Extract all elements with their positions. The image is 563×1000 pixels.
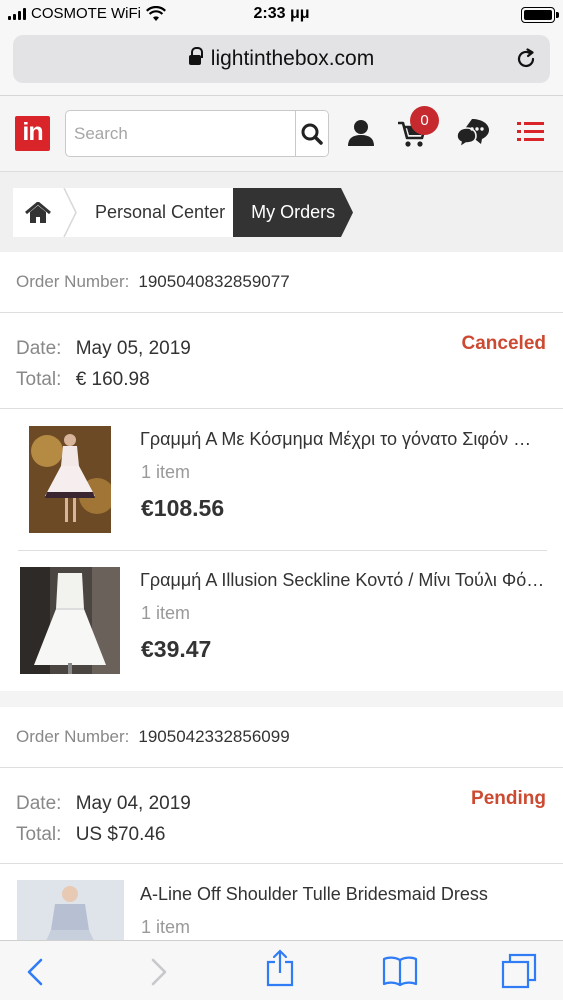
order-number-row[interactable]: Order Number: 1905042332856099 <box>0 707 563 768</box>
bookmarks-icon[interactable] <box>382 955 418 987</box>
order-total-line: Total: US $70.46 <box>16 824 166 846</box>
product-price: €108.56 <box>141 495 225 521</box>
url-text: lightinthebox.com <box>210 47 375 70</box>
tabs-icon[interactable] <box>501 953 537 989</box>
product-image <box>20 567 120 674</box>
site-header: in <box>0 96 563 172</box>
reload-icon[interactable] <box>514 47 538 71</box>
order-summary: Date: May 04, 2019 Total: US $70.46 Pend… <box>0 768 563 864</box>
browser-address-area: lightinthebox.com <box>0 30 563 96</box>
order-card: Order Number: 1905040832859077 Date: May… <box>0 252 563 691</box>
search-box <box>65 110 329 157</box>
order-date: May 05, 2019 <box>75 338 191 359</box>
order-item[interactable]: Γραμμή Α Illusion Seckline Κοντό / Μίνι … <box>0 550 563 691</box>
order-date-line: Date: May 05, 2019 <box>16 338 191 360</box>
menu-icon[interactable] <box>517 121 544 143</box>
order-total-label: Total: <box>16 369 62 390</box>
chat-icon[interactable] <box>456 116 492 148</box>
breadcrumb-home[interactable] <box>13 188 63 237</box>
product-quantity: 1 item <box>141 462 191 482</box>
order-summary: Date: May 05, 2019 Total: € 160.98 Cance… <box>0 313 563 409</box>
order-date-label: Date: <box>16 338 62 359</box>
breadcrumb-separator <box>63 188 77 237</box>
address-bar[interactable]: lightinthebox.com <box>13 35 550 83</box>
share-icon[interactable] <box>266 949 294 987</box>
product-price: €39.47 <box>141 636 212 662</box>
order-number: 1905042332856099 <box>138 727 290 746</box>
order-item[interactable]: Γραμμή Α Με Κόσμημα Μέχρι το γόνατο Σιφό… <box>0 409 563 550</box>
home-icon <box>25 201 51 223</box>
breadcrumb-arrow <box>341 188 354 237</box>
product-quantity: 1 item <box>141 603 191 623</box>
lock-icon <box>188 46 203 68</box>
order-number-row[interactable]: Order Number: 1905040832859077 <box>0 252 563 313</box>
order-status: Pending <box>471 788 546 809</box>
order-total: € 160.98 <box>75 369 150 390</box>
breadcrumb: Personal Center My Orders <box>13 188 354 237</box>
browser-toolbar <box>0 940 563 1000</box>
order-total-label: Total: <box>16 824 62 845</box>
back-icon[interactable] <box>26 958 44 986</box>
order-date: May 04, 2019 <box>75 793 191 814</box>
product-image <box>29 426 111 533</box>
order-number-label: Order Number: <box>16 727 130 746</box>
battery-icon <box>521 7 559 23</box>
order-number-label: Order Number: <box>16 272 130 291</box>
order-divider <box>0 691 563 707</box>
cart-count-badge: 0 <box>410 106 439 135</box>
order-number: 1905040832859077 <box>138 272 290 291</box>
search-icon <box>301 123 323 145</box>
search-button[interactable] <box>295 111 328 156</box>
breadcrumb-area: Personal Center My Orders <box>0 172 563 252</box>
breadcrumb-my-orders[interactable]: My Orders <box>233 188 342 237</box>
forward-icon[interactable] <box>150 958 168 986</box>
order-status: Canceled <box>461 333 546 354</box>
search-input[interactable] <box>66 111 295 156</box>
product-title[interactable]: A-Line Off Shoulder Tulle Bridesmaid Dre… <box>140 884 545 905</box>
orders-list: Order Number: 1905040832859077 Date: May… <box>0 252 563 1000</box>
order-date-line: Date: May 04, 2019 <box>16 793 191 815</box>
breadcrumb-personal-center[interactable]: Personal Center <box>77 188 234 237</box>
site-logo[interactable]: in <box>15 116 50 151</box>
order-total: US $70.46 <box>75 824 166 845</box>
product-title[interactable]: Γραμμή Α Με Κόσμημα Μέχρι το γόνατο Σιφό… <box>140 429 545 450</box>
product-quantity: 1 item <box>141 917 191 937</box>
status-bar: COSMOTE WiFi 2:33 μμ <box>0 0 563 30</box>
status-time: 2:33 μμ <box>253 5 310 22</box>
user-icon[interactable] <box>346 118 376 148</box>
product-title[interactable]: Γραμμή Α Illusion Seckline Κοντό / Μίνι … <box>140 570 545 591</box>
order-total-line: Total: € 160.98 <box>16 369 150 391</box>
order-date-label: Date: <box>16 793 62 814</box>
